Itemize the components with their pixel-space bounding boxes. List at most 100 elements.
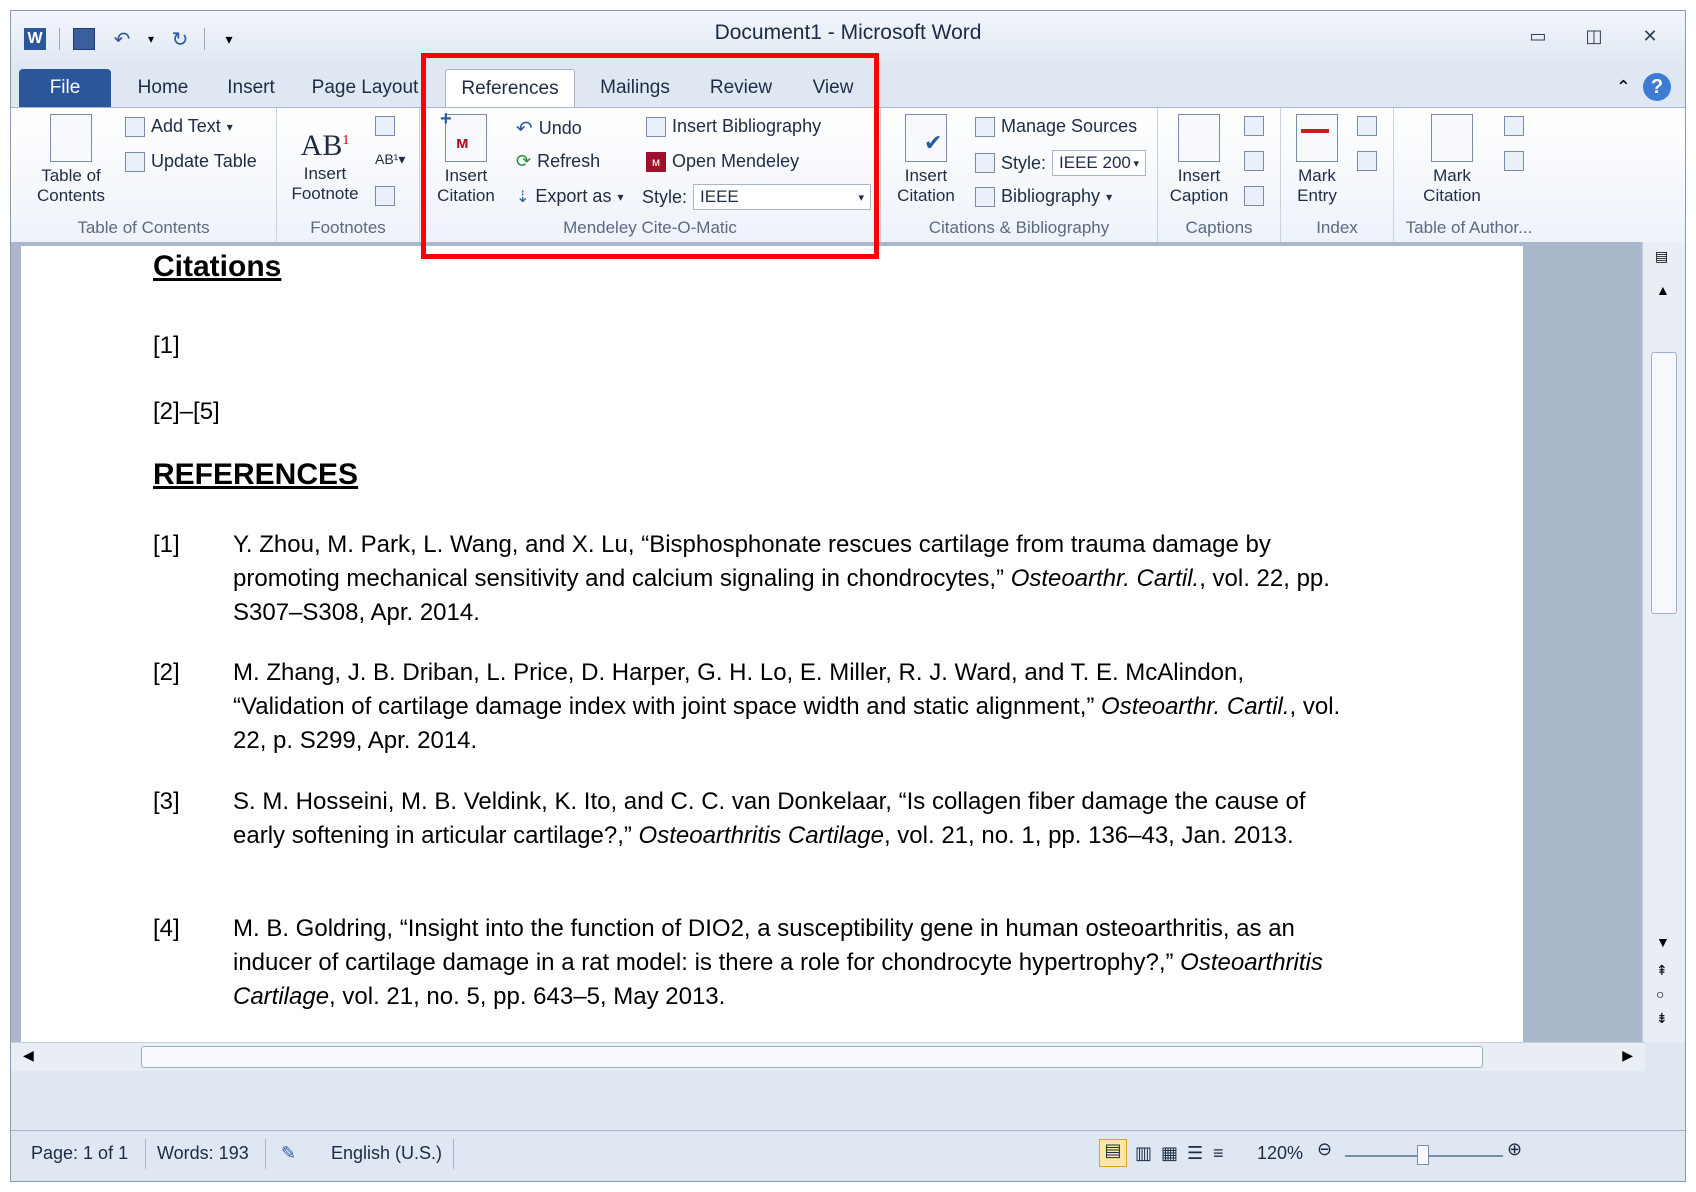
language-indicator[interactable]: English (U.S.) (331, 1143, 442, 1164)
group-table-of-contents: Table of Contents Add Text ▾ Update Table… (11, 108, 277, 242)
zoom-level[interactable]: 120% (1257, 1143, 1303, 1164)
dropdown-arrow-icon: ▾ (1106, 189, 1113, 204)
insert-citation-label: Insert Citation (897, 166, 955, 205)
dropdown-arrow-icon: ▾ (226, 119, 233, 134)
scroll-down-icon[interactable]: ▼ (1656, 934, 1670, 950)
previous-page-icon[interactable]: ⇞ (1656, 962, 1668, 979)
mark-citation-button[interactable]: Mark Citation (1408, 114, 1496, 206)
group-index: Mark Entry Index (1281, 108, 1394, 242)
insert-table-of-authorities-button[interactable] (1504, 116, 1524, 136)
reference-journal: Osteoarthr. Cartil. (1010, 565, 1200, 592)
next-page-icon[interactable]: ⇟ (1656, 1010, 1668, 1027)
table-of-figures-icon (1244, 116, 1264, 136)
select-browse-object-icon[interactable]: ○ (1656, 986, 1664, 1002)
document-page[interactable]: Citations [1] [2]–[5] REFERENCES [1] Y. … (21, 246, 1523, 1046)
citations-heading: Citations (153, 250, 282, 283)
group-label: Table of Author... (1405, 218, 1533, 237)
zoom-out-icon[interactable]: ⊖ (1317, 1139, 1332, 1160)
full-screen-reading-icon[interactable]: ▥ (1135, 1143, 1152, 1164)
manage-sources-label: Manage Sources (1001, 116, 1138, 136)
bibliography-icon (975, 186, 995, 207)
web-layout-icon[interactable]: ▦ (1161, 1143, 1178, 1164)
update-figures-icon (1244, 151, 1264, 171)
highlight-box (421, 53, 879, 259)
group-table-of-authorities: Mark Citation Table of Author... (1394, 108, 1544, 242)
status-separator (453, 1139, 454, 1169)
show-notes-icon (375, 186, 395, 206)
update-table-of-figures-button[interactable] (1244, 151, 1264, 171)
zoom-slider-thumb[interactable] (1417, 1145, 1429, 1165)
word-count[interactable]: Words: 193 (157, 1143, 249, 1164)
reference-journal: Osteoarthr. Cartil. (1101, 693, 1290, 720)
status-separator (265, 1139, 266, 1169)
outline-view-icon[interactable]: ☰ (1187, 1143, 1203, 1164)
tab-insert[interactable]: Insert (211, 69, 291, 107)
tab-page-layout[interactable]: Page Layout (307, 69, 423, 107)
vertical-scroll-thumb[interactable] (1651, 352, 1677, 614)
chevron-down-icon: ▾ (1133, 157, 1140, 170)
insert-caption-label: Insert Caption (1169, 166, 1229, 205)
minimize-icon[interactable]: ▭ (1515, 21, 1561, 51)
horizontal-scrollbar[interactable]: ◀ ▶ (11, 1042, 1645, 1071)
insert-caption-button[interactable]: Insert Caption (1162, 114, 1236, 206)
insert-citation-icon: ✔ (905, 114, 947, 162)
style-icon (975, 153, 995, 173)
horizontal-scroll-thumb[interactable] (141, 1046, 1483, 1068)
mark-entry-icon (1296, 114, 1338, 162)
show-notes-button[interactable] (375, 186, 395, 206)
manage-sources-button[interactable]: Manage Sources (975, 116, 1137, 137)
update-index-button[interactable] (1357, 151, 1377, 171)
ruler-toggle-icon[interactable]: ▤ (1655, 248, 1668, 265)
update-authorities-icon (1504, 151, 1524, 171)
citation-1: [1] (153, 332, 180, 359)
mark-entry-button[interactable]: Mark Entry (1285, 114, 1349, 206)
reference-details: , vol. 21, no. 5, pp. 643–5, May 2013. (329, 983, 726, 1010)
group-label: Captions (1185, 218, 1253, 237)
update-table-button[interactable]: Update Table (125, 151, 257, 172)
proofing-icon[interactable]: ✎ (281, 1143, 296, 1164)
reference-text: M. B. Goldring, “Insight into the functi… (233, 915, 1295, 976)
status-bar: Page: 1 of 1 Words: 193 ✎ English (U.S.)… (11, 1130, 1685, 1181)
restore-icon[interactable]: ◫ (1571, 21, 1617, 51)
reference-entry: [3] S. M. Hosseini, M. B. Veldink, K. It… (153, 785, 1353, 853)
insert-caption-icon (1178, 114, 1220, 162)
help-icon[interactable]: ? (1643, 73, 1671, 101)
table-of-authorities-icon (1504, 116, 1524, 136)
citation-style-select[interactable]: IEEE 200 ▾ (1052, 150, 1147, 176)
tab-file[interactable]: File (19, 69, 111, 107)
minimize-ribbon-icon[interactable]: ⌃ (1616, 77, 1631, 98)
scroll-right-icon[interactable]: ▶ (1622, 1047, 1633, 1064)
scroll-left-icon[interactable]: ◀ (23, 1047, 34, 1064)
insert-table-of-figures-button[interactable] (1244, 116, 1264, 136)
scroll-up-icon[interactable]: ▲ (1656, 282, 1670, 298)
insert-endnote-button[interactable] (375, 116, 395, 136)
insert-footnote-button[interactable]: AB1 Insert Footnote (283, 118, 367, 204)
next-footnote-button[interactable]: AB¹▾ (375, 151, 405, 168)
close-icon[interactable]: ✕ (1627, 21, 1673, 51)
draft-view-icon[interactable]: ≡ (1213, 1143, 1224, 1164)
tab-home[interactable]: Home (123, 69, 203, 107)
document-area: Citations [1] [2]–[5] REFERENCES [1] Y. … (11, 242, 1645, 1046)
next-footnote-icon: AB¹▾ (375, 151, 406, 167)
table-of-contents-button[interactable]: Table of Contents (21, 114, 121, 206)
window-controls: ▭ ◫ ✕ (1515, 21, 1673, 51)
reference-number: [3] (153, 788, 180, 815)
insert-index-button[interactable] (1357, 116, 1377, 136)
add-text-button[interactable]: Add Text ▾ (125, 116, 233, 137)
group-citations-bibliography: ✔ Insert Citation Manage Sources Style: … (881, 108, 1158, 242)
reference-number: [4] (153, 915, 180, 942)
zoom-in-icon[interactable]: ⊕ (1507, 1139, 1522, 1160)
update-index-icon (1357, 151, 1377, 171)
print-layout-view-icon[interactable]: ▤ (1099, 1139, 1127, 1167)
insert-endnote-icon (375, 116, 395, 136)
bibliography-button[interactable]: Bibliography ▾ (975, 186, 1112, 207)
reference-text: M. Zhang, J. B. Driban, L. Price, D. Har… (233, 659, 1245, 720)
update-table-label: Update Table (151, 151, 257, 171)
status-separator (145, 1139, 146, 1169)
vertical-scrollbar[interactable]: ▤ ▲ ▼ ⇞ ○ ⇟ (1642, 242, 1685, 1042)
reference-number: [1] (153, 531, 180, 558)
insert-citation-button[interactable]: ✔ Insert Citation (885, 114, 967, 206)
update-table-of-authorities-button[interactable] (1504, 151, 1524, 171)
cross-reference-button[interactable] (1244, 186, 1264, 206)
page-indicator[interactable]: Page: 1 of 1 (31, 1143, 128, 1164)
